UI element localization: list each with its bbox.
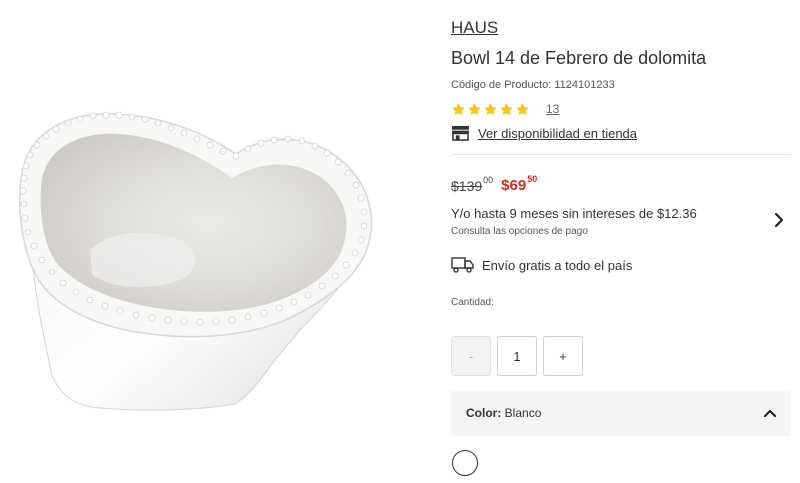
store-availability-link[interactable]: Ver disponibilidad en tienda — [451, 124, 637, 142]
brand-link[interactable]: HAUS — [451, 18, 498, 38]
product-info: HAUS Bowl 14 de Febrero de dolomita Códi… — [451, 0, 791, 483]
old-price-cents: 00 — [483, 175, 494, 185]
star-icon — [452, 102, 465, 115]
installments-text: Y/o hasta 9 meses sin intereses de $12.3… — [451, 206, 697, 221]
product-code: Código de Producto: 1124101233 — [451, 79, 615, 91]
product-image — [0, 0, 420, 483]
shipping-text: Envío gratis a todo el país — [482, 257, 633, 273]
heart-bowl-image — [19, 111, 373, 411]
color-label-key: Color: — [466, 406, 502, 420]
chevron-up-icon[interactable] — [763, 408, 777, 418]
sale-price-cents: 50 — [527, 174, 538, 184]
quantity-input[interactable]: 1 — [497, 336, 537, 376]
payment-options-text: Consulta las opciones de pago — [451, 226, 588, 237]
rating-stars — [451, 102, 530, 117]
star-icon — [500, 102, 513, 115]
rating-count-link[interactable]: 13 — [546, 102, 559, 116]
old-price: $139 — [451, 178, 483, 194]
quantity-stepper: - 1 + — [451, 336, 583, 376]
color-label: Color: Blanco — [466, 406, 541, 420]
rating[interactable]: 13 — [451, 101, 559, 117]
divider — [451, 154, 791, 155]
free-shipping: Envío gratis a todo el país — [451, 255, 632, 275]
installments-row[interactable]: Y/o hasta 9 meses sin intereses de $12.3… — [451, 204, 791, 240]
decrement-button[interactable]: - — [451, 336, 491, 376]
color-swatch-blanco[interactable] — [452, 450, 478, 476]
increment-button[interactable]: + — [543, 336, 583, 376]
color-value: Blanco — [504, 406, 542, 420]
truck-icon — [451, 257, 474, 273]
star-icon — [468, 102, 481, 115]
color-selector-header[interactable]: Color: Blanco — [451, 391, 791, 436]
store-icon — [452, 125, 469, 141]
store-link-label: Ver disponibilidad en tienda — [478, 125, 638, 141]
quantity-label: Cantidad: — [451, 297, 494, 308]
product-title: Bowl 14 de Febrero de dolomita — [451, 48, 707, 68]
price: $139 00 $69 50 — [451, 174, 537, 194]
star-icon — [484, 102, 497, 115]
chevron-right-icon[interactable] — [773, 212, 785, 228]
star-icon — [516, 102, 529, 115]
sale-price: $69 — [501, 177, 527, 194]
